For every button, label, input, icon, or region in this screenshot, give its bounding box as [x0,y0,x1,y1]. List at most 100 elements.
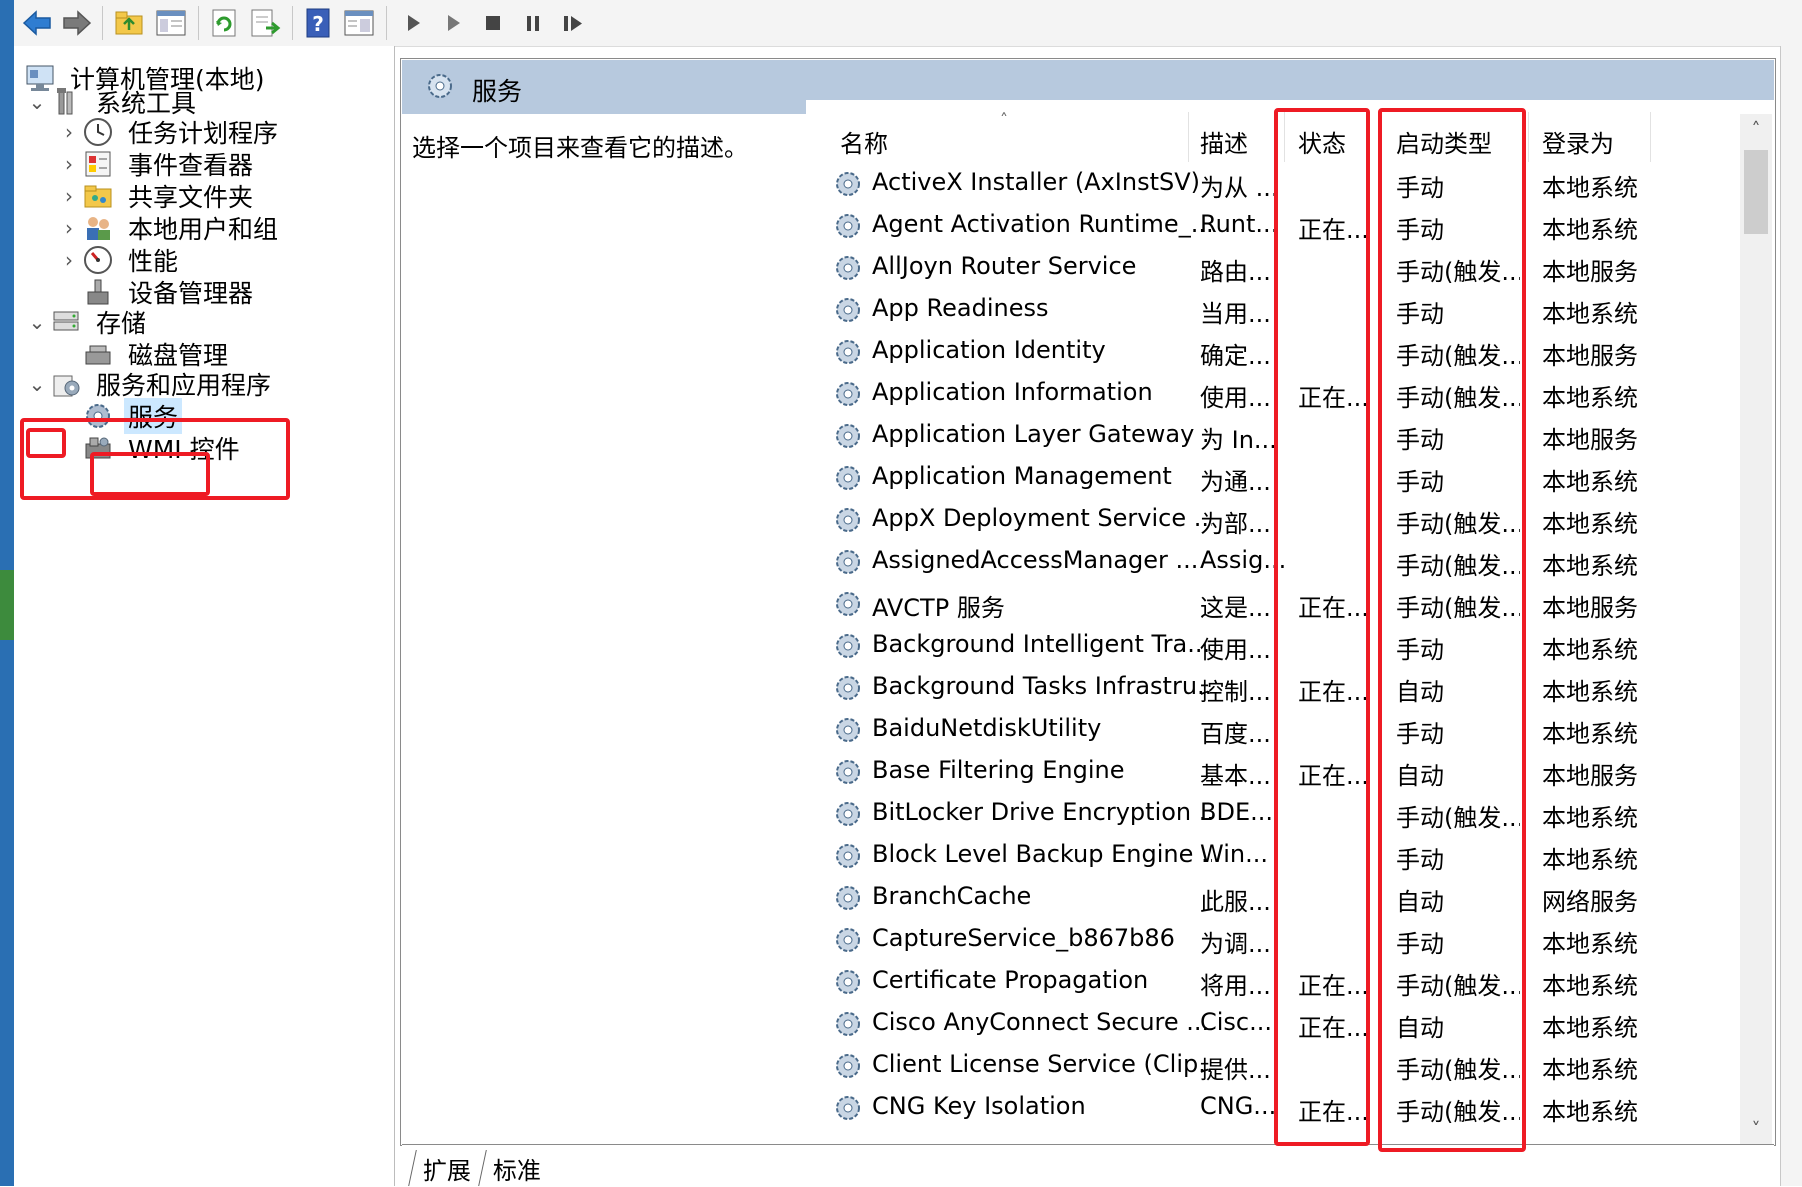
column-header-name[interactable]: 名称 [840,124,888,159]
cell-logon-as: 本地系统 [1542,678,1638,706]
chevron-right-icon[interactable]: › [56,242,82,278]
services-gear-icon [428,74,452,98]
cell-name: AVCTP 服务 [872,594,1005,622]
column-header-description[interactable]: 描述 [1200,124,1248,159]
properties-pane-icon [344,10,374,36]
cell-description: 为通... [1200,468,1271,496]
scroll-up-arrow-icon[interactable]: ˄ [1740,114,1772,144]
service-gear-icon [836,466,860,490]
service-gear-icon [836,802,860,826]
cell-logon-as: 本地系统 [1542,636,1638,664]
cell-logon-as: 本地服务 [1542,258,1638,286]
tree-item-local-users-groups[interactable]: › 本地用户和组 [56,210,282,246]
cell-name: Background Tasks Infrastru... [872,672,1212,700]
play-icon [408,15,420,31]
cell-name: ActiveX Installer (AxInstSV) [872,168,1201,196]
cell-name: Application Identity [872,336,1106,364]
service-gear-icon [836,382,860,406]
service-gear-icon [836,1054,860,1078]
cell-name: Agent Activation Runtime_... [872,210,1212,238]
cell-name: CaptureService_b867b86 [872,924,1175,952]
chevron-right-icon[interactable]: › [56,210,82,246]
chevron-down-icon[interactable]: ⌄ [24,366,50,402]
cell-logon-as: 本地系统 [1542,930,1638,958]
help-icon: ? [306,8,330,38]
console-tree-icon [156,10,186,36]
tab-extended[interactable]: 扩展 [408,1150,485,1186]
service-gear-icon [836,928,860,952]
properties-button[interactable] [342,6,376,40]
stop-icon [486,16,500,30]
start-service-alt-button[interactable] [436,6,470,40]
cell-name: Certificate Propagation [872,966,1149,994]
cell-name: Block Level Backup Engine ... [872,840,1212,868]
export-list-button[interactable] [248,6,282,40]
cell-description: 确定... [1200,342,1271,370]
cell-name: Cisco AnyConnect Secure ... [872,1008,1210,1036]
cell-name: AssignedAccessManager ... [872,546,1199,574]
tree-label: 存储 [96,309,147,338]
chevron-right-icon[interactable]: › [56,178,82,214]
cell-description: 基本... [1200,762,1271,790]
pause-service-button[interactable] [516,6,550,40]
page-title: 服务 [472,77,523,106]
tree-item-shared-folders[interactable]: › 共享文件夹 [56,178,257,214]
play-outline-icon [448,15,460,31]
scrollbar-thumb[interactable] [1744,150,1768,234]
cell-logon-as: 本地系统 [1542,1014,1638,1042]
resume-service-button[interactable] [556,6,590,40]
cell-name: CNG Key Isolation [872,1092,1086,1120]
up-folder-button[interactable] [112,6,146,40]
column-header-logon-as[interactable]: 登录为 [1542,124,1614,159]
cell-description: Cisc... [1200,1008,1273,1036]
tab-standard[interactable]: 标准 [478,1150,555,1186]
cell-name: Client License Service (Clip... [872,1050,1212,1078]
forward-button[interactable] [60,6,94,40]
cell-description: 提供... [1200,1056,1271,1084]
cell-description: Assig... [1200,546,1284,574]
cell-name: BitLocker Drive Encryption ... [872,798,1212,826]
tree-item-event-viewer[interactable]: › 事件查看器 [56,146,257,182]
chevron-right-icon[interactable]: › [56,114,82,150]
cell-description: 当用... [1200,300,1271,328]
service-gear-icon [836,1096,860,1120]
resume-icon [564,16,582,31]
tree-item-performance[interactable]: › 性能 [56,242,182,278]
cell-description: 为从 ... [1200,174,1279,202]
chevron-down-icon[interactable]: ⌄ [24,304,50,340]
cell-name: Background Intelligent Tra... [872,630,1211,658]
service-gear-icon [836,256,860,280]
services-applications-icon [53,375,80,397]
tree-item-task-scheduler[interactable]: › 任务计划程序 [56,114,282,150]
cell-logon-as: 本地服务 [1542,594,1638,622]
cell-name: Application Management [872,462,1172,490]
service-gear-icon [836,340,860,364]
chevron-down-icon[interactable]: ⌄ [24,84,50,120]
cell-logon-as: 本地系统 [1542,1098,1638,1126]
folder-up-icon [115,11,143,35]
tree-label: 任务计划程序 [128,119,279,148]
vertical-scrollbar[interactable]: ˄ ˅ [1740,114,1772,1144]
performance-icon [84,246,112,274]
cell-description: 使用... [1200,636,1271,664]
chevron-right-icon[interactable]: › [56,146,82,182]
service-gear-icon [836,718,860,742]
service-gear-icon [836,214,860,238]
refresh-button[interactable] [208,6,242,40]
show-hide-tree-button[interactable] [154,6,188,40]
help-button[interactable]: ? [302,6,336,40]
export-list-icon [251,9,281,37]
annotation-highlight-startup-column [1378,108,1526,1152]
tree-item-services-and-applications[interactable]: ⌄ 服务和应用程序 [24,366,275,402]
tree-label: 性能 [128,247,179,276]
service-gear-icon [836,1012,860,1036]
tree-item-storage[interactable]: ⌄ 存储 [24,304,150,340]
description-panel [402,114,806,1144]
stop-service-button[interactable] [476,6,510,40]
back-button[interactable] [20,6,54,40]
tab-label: 扩展 [423,1156,471,1185]
cell-logon-as: 本地服务 [1542,342,1638,370]
svg-text:?: ? [312,12,324,36]
start-service-button[interactable] [396,6,430,40]
scroll-down-arrow-icon[interactable]: ˅ [1740,1114,1772,1144]
